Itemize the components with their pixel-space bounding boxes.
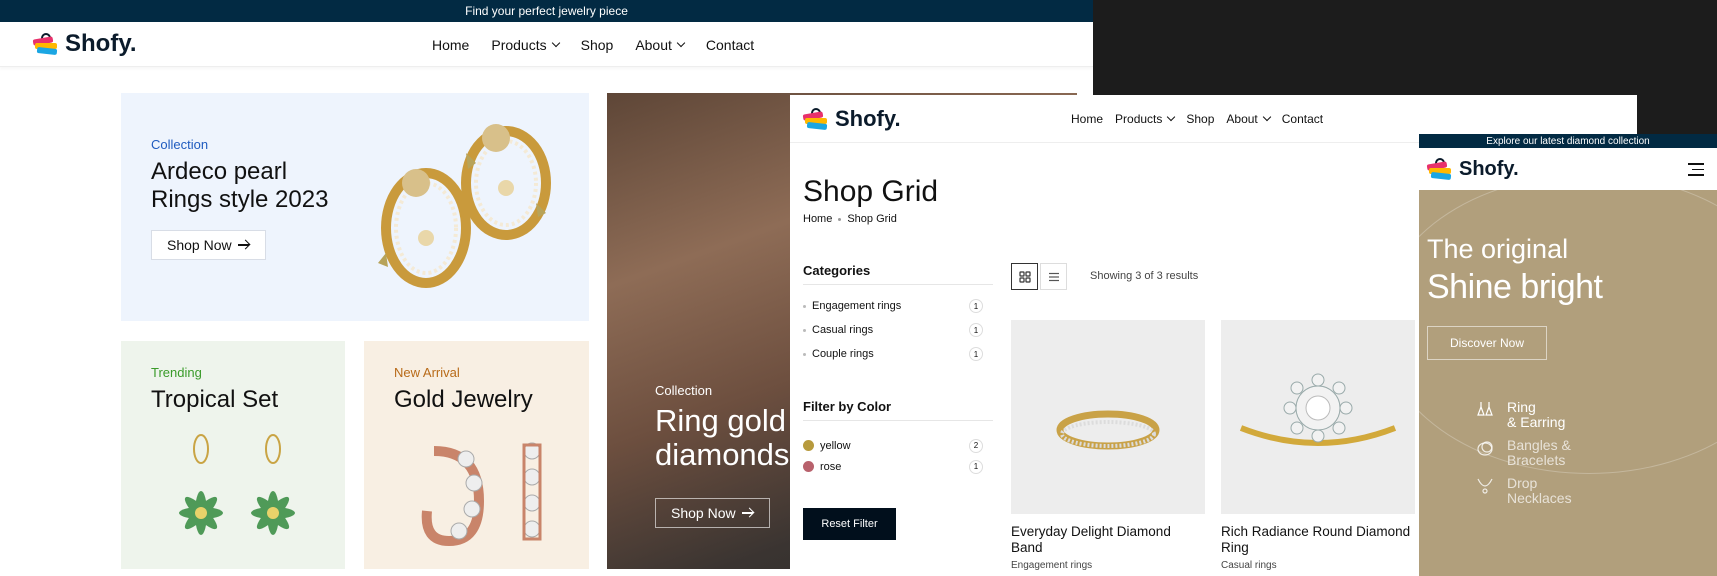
announcement-text: Explore our latest diamond collection — [1486, 135, 1650, 147]
logo-text: Shofy. — [65, 30, 137, 57]
site-logo[interactable]: Shofy. — [802, 105, 901, 132]
product-category[interactable]: Casual rings — [1221, 560, 1415, 571]
color-filter-rose[interactable]: rose 1 — [803, 456, 983, 477]
category-shortcuts: Ring & Earring Bangles & Bracelets Drop Nec… — [1475, 400, 1572, 514]
grid-icon — [1018, 270, 1031, 283]
color-filter-list: yellow 2 rose 1 — [803, 435, 983, 477]
product-name[interactable]: Everyday Delight Diamond Band — [1011, 524, 1205, 556]
category-item-casual-rings[interactable]: Casual rings 1 — [803, 318, 983, 342]
mobile-home-screenshot: Explore our latest diamond collection Sh… — [1419, 134, 1717, 576]
list-icon — [1048, 272, 1059, 281]
breadcrumb: Home Shop Grid — [803, 213, 897, 225]
hoop-earrings-image — [421, 442, 542, 547]
nav-home[interactable]: Home — [1071, 112, 1103, 126]
hamburger-menu-icon[interactable] — [1688, 163, 1704, 180]
shopping-bag-logo-icon — [1426, 158, 1453, 181]
shop-now-button[interactable]: Shop Now — [151, 230, 266, 260]
hero-title: Shine bright — [1427, 268, 1603, 306]
product-image[interactable] — [1011, 320, 1205, 514]
color-swatch — [803, 461, 814, 472]
site-header: Shofy. Home Products Shop About Contact — [0, 22, 1093, 67]
nav-about[interactable]: About — [1226, 112, 1272, 126]
round-diamond-ring-image — [1239, 373, 1397, 446]
breadcrumb-home[interactable]: Home — [803, 213, 832, 225]
nav-shop[interactable]: Shop — [1186, 112, 1214, 126]
bangle-icon — [1477, 441, 1493, 456]
category-count: 1 — [969, 347, 983, 361]
logo-text: Shofy. — [835, 105, 901, 131]
category-count: 1 — [969, 323, 983, 337]
earring-icon — [1477, 402, 1493, 416]
nav-contact[interactable]: Contact — [706, 37, 754, 53]
logo-text: Shofy. — [1459, 157, 1519, 180]
card-subtitle: Trending — [151, 365, 202, 380]
nav-about[interactable]: About — [635, 37, 686, 53]
product-card[interactable]: Everyday Delight Diamond Band Engagement… — [1011, 320, 1205, 571]
card-subtitle: New Arrival — [394, 365, 460, 380]
chevron-down-icon — [1262, 112, 1272, 122]
arrow-right-icon — [237, 240, 250, 250]
color-filter-yellow[interactable]: yellow 2 — [803, 435, 983, 456]
category-ring-earring[interactable]: Ring & Earring — [1475, 400, 1572, 430]
color-swatch — [803, 440, 814, 451]
page-title: Shop Grid — [803, 175, 939, 208]
color-count: 1 — [969, 459, 983, 474]
site-logo[interactable]: Shofy. — [1426, 157, 1519, 181]
divider — [803, 284, 993, 285]
discover-now-button[interactable]: Discover Now — [1427, 326, 1547, 360]
view-toggle — [1011, 263, 1067, 290]
category-item-couple-rings[interactable]: Couple rings 1 — [803, 342, 983, 366]
divider — [803, 420, 993, 421]
announcement-bar: Explore our latest diamond collection — [1419, 134, 1717, 148]
diamond-band-ring-image — [1056, 410, 1160, 450]
results-count: Showing 3 of 3 results — [1090, 270, 1199, 282]
nav-contact[interactable]: Contact — [1282, 112, 1323, 126]
nav-products[interactable]: Products — [1115, 112, 1176, 126]
site-logo[interactable]: Shofy. — [32, 30, 137, 58]
main-nav: Home Products Shop About Contact — [1071, 95, 1323, 143]
category-list: Engagement rings 1 Casual rings 1 Couple… — [803, 294, 983, 366]
category-item-engagement-rings[interactable]: Engagement rings 1 — [803, 294, 983, 318]
promo-card-pearl-rings: Collection Ardeco pearl Rings style 2023 … — [121, 93, 589, 321]
category-drop-necklaces[interactable]: Drop Necklaces — [1475, 476, 1572, 506]
category-bangles-bracelets[interactable]: Bangles & Bracelets — [1475, 438, 1572, 468]
color-count: 2 — [969, 438, 983, 453]
chevron-down-icon — [1167, 112, 1176, 122]
category-count: 1 — [969, 299, 983, 313]
breadcrumb-separator — [838, 217, 842, 221]
shop-now-button[interactable]: Shop Now — [655, 498, 770, 528]
shopping-bag-logo-icon — [32, 33, 59, 56]
product-image[interactable] — [1221, 320, 1415, 514]
earrings-image — [378, 124, 551, 288]
flower-earrings-image — [179, 434, 295, 535]
product-name[interactable]: Rich Radiance Round Diamond Ring — [1221, 524, 1415, 556]
product-category[interactable]: Engagement rings — [1011, 560, 1205, 571]
breadcrumb-current: Shop Grid — [847, 213, 897, 225]
chevron-down-icon — [676, 38, 686, 47]
shopping-bag-logo-icon — [802, 107, 829, 130]
promo-card-gold-jewelry: New Arrival Gold Jewelry — [364, 341, 589, 569]
chevron-down-icon — [551, 38, 560, 47]
nav-home[interactable]: Home — [432, 37, 469, 53]
list-view-button[interactable] — [1040, 263, 1067, 290]
necklace-icon — [1477, 478, 1493, 494]
arrow-right-icon — [741, 508, 754, 518]
product-card[interactable]: Rich Radiance Round Diamond Ring Casual … — [1221, 320, 1415, 571]
promo-card-tropical-set: Trending Tropical Set — [121, 341, 345, 569]
filter-by-color-heading: Filter by Color — [803, 399, 892, 414]
card-title: Tropical Set — [151, 386, 279, 413]
card-title: Gold Jewelry — [394, 386, 533, 413]
nav-products[interactable]: Products — [491, 37, 560, 53]
main-nav: Home Products Shop About Contact — [432, 22, 754, 67]
nav-shop[interactable]: Shop — [581, 37, 614, 53]
categories-heading: Categories — [803, 263, 871, 278]
announcement-bar: Find your perfect jewelry piece — [0, 0, 1093, 22]
hero-subtitle: The original — [1427, 234, 1569, 264]
reset-filter-button[interactable]: Reset Filter — [803, 508, 896, 540]
announcement-text: Find your perfect jewelry piece — [465, 4, 628, 18]
grid-view-button[interactable] — [1011, 263, 1038, 290]
